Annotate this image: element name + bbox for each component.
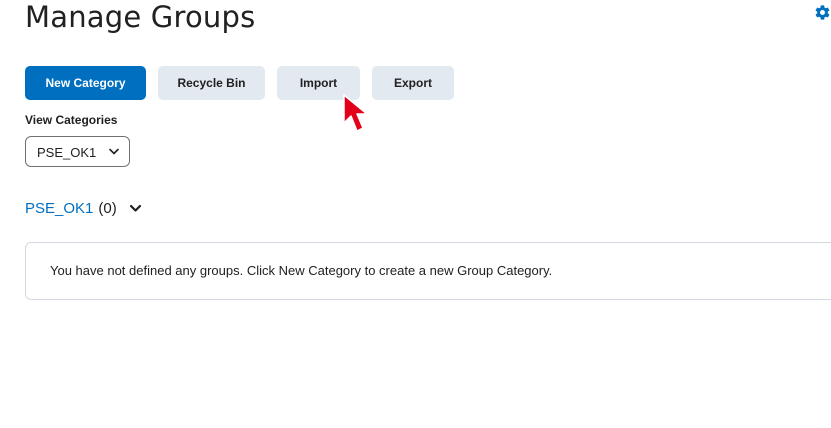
view-categories-select[interactable]: PSE_OK1	[25, 136, 130, 167]
export-button[interactable]: Export	[372, 66, 454, 100]
view-categories-label: View Categories	[25, 113, 118, 127]
manage-groups-page: Manage Groups New Category Recycle Bin I…	[0, 0, 831, 428]
category-link[interactable]: PSE_OK1	[25, 200, 93, 217]
selected-category-value: PSE_OK1	[37, 145, 97, 160]
new-category-button[interactable]: New Category	[25, 66, 146, 100]
category-heading: PSE_OK1 (0)	[25, 200, 142, 217]
chevron-down-icon	[109, 148, 119, 155]
category-count: (0)	[98, 200, 117, 217]
empty-groups-panel: You have not defined any groups. Click N…	[25, 242, 831, 300]
page-title: Manage Groups	[25, 0, 256, 34]
cursor-pointer-icon	[343, 94, 368, 132]
recycle-bin-button[interactable]: Recycle Bin	[158, 66, 265, 100]
gear-icon[interactable]	[814, 4, 831, 21]
chevron-down-icon[interactable]	[129, 204, 142, 213]
empty-groups-message: You have not defined any groups. Click N…	[50, 263, 553, 278]
